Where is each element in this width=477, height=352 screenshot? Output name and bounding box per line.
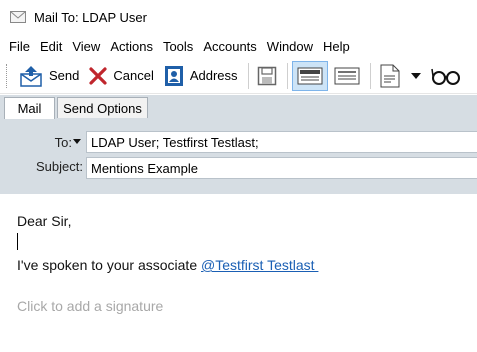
- format-dropdown[interactable]: [407, 61, 425, 91]
- cancel-label: Cancel: [113, 68, 154, 83]
- mention-link[interactable]: @Testfirst Testlast: [201, 257, 318, 273]
- to-label: To:: [54, 135, 72, 150]
- plain-view-button[interactable]: [330, 61, 364, 91]
- send-label: Send: [49, 68, 80, 83]
- menu-window[interactable]: Window: [262, 39, 318, 54]
- title-bar: Mail To: LDAP User: [0, 0, 477, 34]
- signature-placeholder[interactable]: Click to add a signature: [17, 298, 163, 314]
- tab-mail[interactable]: Mail: [4, 97, 55, 119]
- format-button[interactable]: [375, 61, 405, 91]
- compose-tabs: Mail Send Options: [0, 95, 477, 119]
- envelope-icon: [10, 11, 26, 23]
- close-icon: [89, 66, 107, 85]
- toolbar-separator: [247, 62, 249, 89]
- address-label: Address: [189, 68, 238, 83]
- document-format-icon: [380, 64, 400, 87]
- to-dropdown-icon[interactable]: [73, 139, 81, 144]
- send-icon: [20, 65, 42, 87]
- message-body[interactable]: Dear Sir, I've spoken to your associate …: [0, 194, 477, 352]
- menu-accounts[interactable]: Accounts: [198, 39, 261, 54]
- address-book-icon: [164, 65, 183, 86]
- greeting-text: Dear Sir,: [17, 213, 72, 229]
- menu-help[interactable]: Help: [318, 39, 355, 54]
- send-button[interactable]: Send: [15, 61, 83, 91]
- save-button[interactable]: [253, 61, 281, 91]
- toolbar-grip[interactable]: [6, 63, 9, 88]
- sentence-text: I've spoken to your associate: [17, 257, 201, 273]
- subject-label: Subject:: [36, 159, 83, 174]
- menu-actions[interactable]: Actions: [105, 39, 158, 54]
- menu-edit[interactable]: Edit: [35, 39, 67, 54]
- toolbar-separator: [369, 62, 371, 89]
- menu-tools[interactable]: Tools: [158, 39, 198, 54]
- message-view-icon: [297, 67, 323, 84]
- view-mode-button[interactable]: [291, 60, 328, 91]
- address-header: To: LDAP User; Testfirst Testlast; Subje…: [0, 118, 477, 194]
- proofread-button[interactable]: [427, 61, 465, 91]
- save-icon: [257, 66, 276, 85]
- menu-view[interactable]: View: [67, 39, 105, 54]
- text-cursor: [17, 233, 18, 250]
- toolbar: Send Cancel Address: [0, 58, 477, 94]
- menu-file[interactable]: File: [4, 39, 35, 54]
- window-title: Mail To: LDAP User: [34, 9, 147, 25]
- text-view-icon: [334, 67, 360, 84]
- glasses-icon: [430, 68, 460, 85]
- address-button[interactable]: Address: [160, 61, 242, 91]
- tab-send-options[interactable]: Send Options: [57, 97, 148, 118]
- cancel-button[interactable]: Cancel: [85, 61, 157, 91]
- body-sentence: I've spoken to your associate @Testfirst…: [17, 257, 318, 273]
- subject-field[interactable]: Mentions Example: [86, 157, 477, 179]
- to-field[interactable]: LDAP User; Testfirst Testlast;: [86, 131, 477, 153]
- chevron-down-icon: [410, 72, 421, 79]
- toolbar-separator: [286, 62, 288, 89]
- menu-bar: File Edit View Actions Tools Accounts Wi…: [0, 36, 477, 56]
